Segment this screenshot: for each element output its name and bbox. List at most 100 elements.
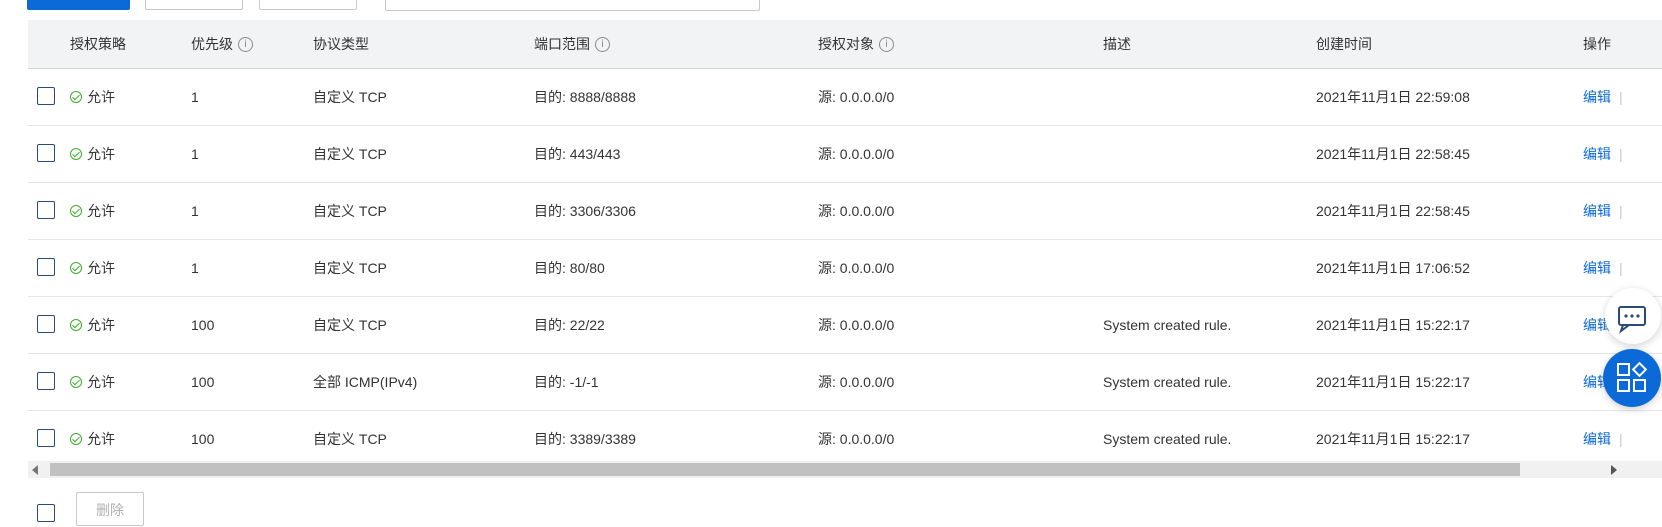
port-range-cell: 目的: 3389/3389: [534, 431, 636, 447]
header-description: 描述: [1103, 36, 1131, 52]
horizontal-scrollbar[interactable]: [28, 461, 1662, 478]
priority-cell: 1: [191, 146, 199, 162]
toolbar-button-1[interactable]: [145, 0, 243, 10]
scroll-right-arrow-icon[interactable]: [1611, 465, 1617, 475]
created-time-cell: 2021年11月1日 22:58:45: [1316, 203, 1470, 219]
check-circle-icon: [70, 91, 82, 104]
table-row: 允许 100 自定义 TCP 目的: 22/22 源: 0.0.0.0/0 Sy…: [28, 297, 1662, 354]
table-header: 授权策略 优先级 i 协议类型 端口范围 i 授权对象 i 描述 创建时间 操作: [28, 20, 1662, 69]
delete-button[interactable]: 删除: [76, 492, 144, 526]
target-cell: 源: 0.0.0.0/0: [818, 374, 895, 390]
row-checkbox[interactable]: [37, 429, 55, 447]
actions-cell: 编辑 |: [1583, 183, 1623, 239]
target-cell: 源: 0.0.0.0/0: [818, 203, 895, 219]
header-priority: 优先级 i: [191, 20, 253, 68]
header-target-label: 授权对象: [818, 36, 874, 52]
port-range-cell: 目的: 8888/8888: [534, 89, 636, 105]
row-checkbox[interactable]: [37, 87, 55, 105]
created-time-cell: 2021年11月1日 15:22:17: [1316, 431, 1470, 447]
created-time-cell: 2021年11月1日 22:59:08: [1316, 89, 1470, 105]
protocol-cell: 自定义 TCP: [313, 89, 387, 105]
check-circle-icon: [70, 205, 82, 218]
header-target: 授权对象 i: [818, 20, 894, 68]
scroll-left-arrow-icon[interactable]: [32, 465, 38, 475]
select-all-checkbox[interactable]: [37, 504, 55, 522]
header-protocol: 协议类型: [313, 36, 369, 52]
header-port-range: 端口范围 i: [534, 20, 610, 68]
priority-cell: 100: [191, 317, 215, 333]
protocol-cell: 自定义 TCP: [313, 260, 387, 276]
header-port-range-label: 端口范围: [534, 36, 590, 52]
target-cell: 源: 0.0.0.0/0: [818, 260, 895, 276]
policy-cell: 允许: [70, 240, 115, 296]
description-cell: System created rule.: [1103, 317, 1232, 333]
policy-label: 允许: [87, 89, 115, 105]
target-cell: 源: 0.0.0.0/0: [818, 317, 895, 333]
primary-action-button[interactable]: [27, 0, 130, 10]
table-row: 允许 1 自定义 TCP 目的: 443/443 源: 0.0.0.0/0 20…: [28, 126, 1662, 183]
row-checkbox[interactable]: [37, 315, 55, 333]
check-circle-icon: [70, 262, 82, 275]
priority-cell: 100: [191, 374, 215, 390]
toolbar-button-2[interactable]: [259, 0, 357, 10]
toolbar: [0, 0, 1662, 14]
priority-cell: 100: [191, 431, 215, 447]
policy-cell: 允许: [70, 297, 115, 353]
actions-cell: 编辑 |: [1583, 411, 1623, 467]
edit-link[interactable]: 编辑: [1583, 146, 1611, 162]
description-cell: System created rule.: [1103, 374, 1232, 390]
created-time-cell: 2021年11月1日 17:06:52: [1316, 260, 1470, 276]
header-actions: 操作: [1583, 36, 1611, 52]
action-separator: |: [1619, 203, 1623, 219]
protocol-cell: 自定义 TCP: [313, 431, 387, 447]
target-cell: 源: 0.0.0.0/0: [818, 146, 895, 162]
row-checkbox[interactable]: [37, 144, 55, 162]
edit-link[interactable]: 编辑: [1583, 203, 1611, 219]
policy-cell: 允许: [70, 411, 115, 467]
row-checkbox[interactable]: [37, 201, 55, 219]
table-body: 允许 1 自定义 TCP 目的: 8888/8888 源: 0.0.0.0/0 …: [28, 69, 1662, 468]
priority-cell: 1: [191, 203, 199, 219]
port-range-cell: 目的: 80/80: [534, 260, 605, 276]
priority-cell: 1: [191, 89, 199, 105]
check-circle-icon: [70, 148, 82, 161]
action-separator: |: [1619, 431, 1623, 447]
row-checkbox[interactable]: [37, 372, 55, 390]
policy-cell: 允许: [70, 183, 115, 239]
port-range-cell: 目的: 3306/3306: [534, 203, 636, 219]
port-range-cell: 目的: -1/-1: [534, 374, 599, 390]
info-icon[interactable]: i: [595, 36, 610, 52]
target-cell: 源: 0.0.0.0/0: [818, 89, 895, 105]
protocol-cell: 自定义 TCP: [313, 146, 387, 162]
chat-float-button[interactable]: [1605, 288, 1661, 344]
policy-cell: 允许: [70, 69, 115, 125]
created-time-cell: 2021年11月1日 15:22:17: [1316, 317, 1470, 333]
security-rules-table: 授权策略 优先级 i 协议类型 端口范围 i 授权对象 i 描述 创建时间 操作 允许…: [28, 20, 1662, 468]
port-range-cell: 目的: 443/443: [534, 146, 621, 162]
table-row: 允许 100 全部 ICMP(IPv4) 目的: -1/-1 源: 0.0.0.…: [28, 354, 1662, 411]
search-input[interactable]: [385, 0, 760, 11]
header-created: 创建时间: [1316, 36, 1372, 52]
protocol-cell: 全部 ICMP(IPv4): [313, 374, 418, 390]
row-checkbox[interactable]: [37, 258, 55, 276]
edit-link[interactable]: 编辑: [1583, 260, 1611, 276]
edit-link[interactable]: 编辑: [1583, 431, 1611, 447]
created-time-cell: 2021年11月1日 22:58:45: [1316, 146, 1470, 162]
apps-float-button[interactable]: [1603, 349, 1661, 407]
policy-cell: 允许: [70, 354, 115, 410]
port-range-cell: 目的: 22/22: [534, 317, 605, 333]
actions-cell: 编辑 |: [1583, 126, 1623, 182]
header-priority-label: 优先级: [191, 36, 233, 52]
info-icon[interactable]: i: [879, 36, 894, 52]
policy-label: 允许: [87, 260, 115, 276]
action-separator: |: [1619, 260, 1623, 276]
policy-label: 允许: [87, 317, 115, 333]
scrollbar-thumb[interactable]: [50, 463, 1520, 476]
action-separator: |: [1619, 146, 1623, 162]
info-icon[interactable]: i: [238, 36, 253, 52]
table-row: 允许 100 自定义 TCP 目的: 3389/3389 源: 0.0.0.0/…: [28, 411, 1662, 468]
header-policy: 授权策略: [70, 36, 126, 52]
policy-label: 允许: [87, 431, 115, 447]
description-cell: System created rule.: [1103, 431, 1232, 447]
edit-link[interactable]: 编辑: [1583, 89, 1611, 105]
